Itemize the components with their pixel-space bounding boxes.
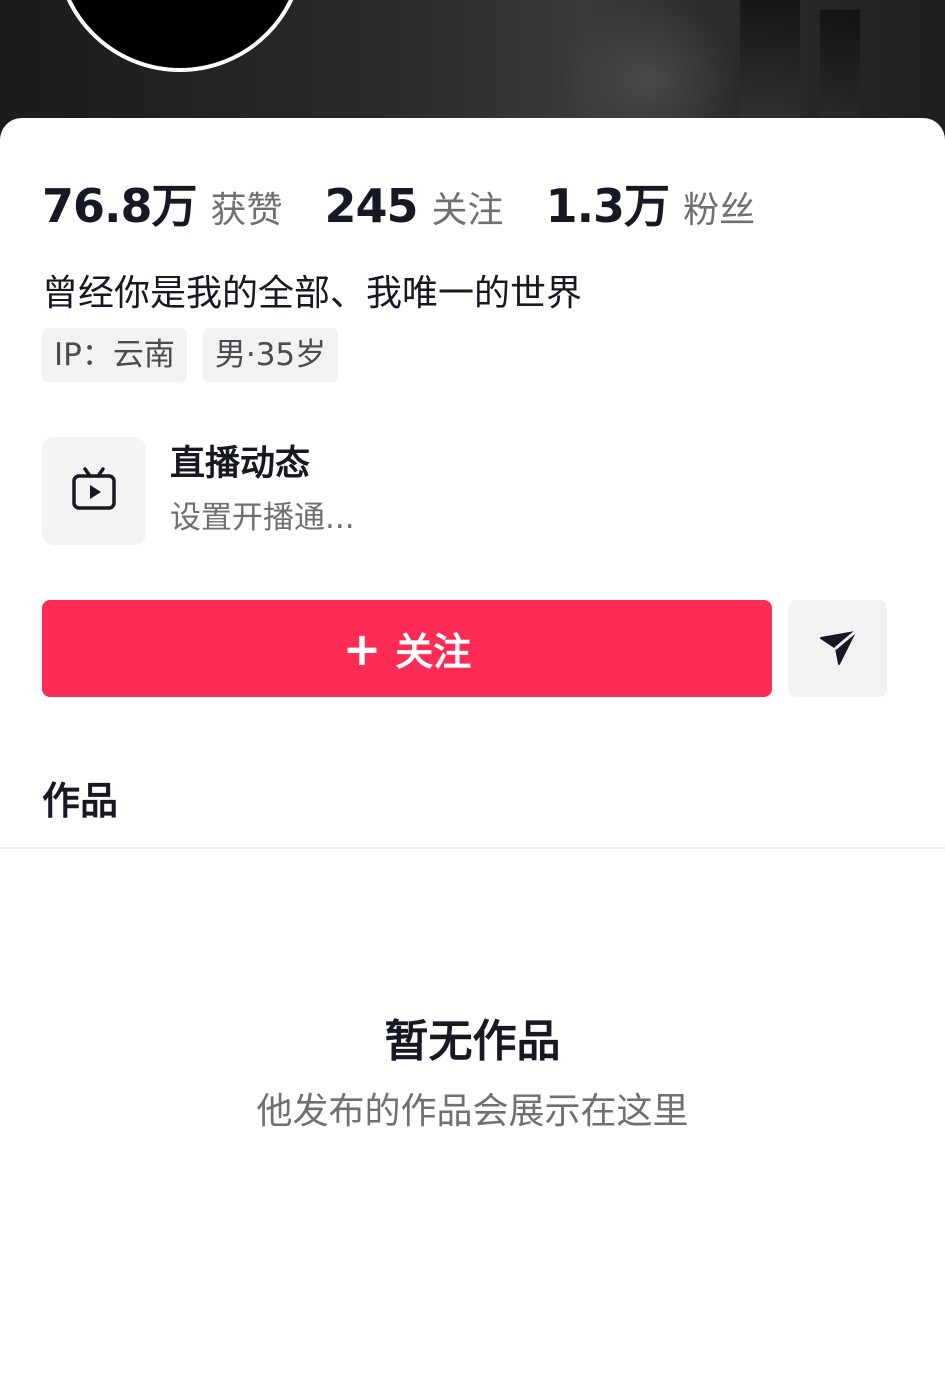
stat-following[interactable]: 245 关注 bbox=[325, 179, 504, 233]
stat-likes[interactable]: 76.8万 获赞 bbox=[42, 170, 283, 236]
stat-followers-label: 粉丝 bbox=[683, 190, 756, 231]
follow-button-label: 关注 bbox=[395, 630, 472, 674]
plus-icon: + bbox=[342, 621, 382, 676]
live-title: 直播动态 bbox=[170, 444, 311, 484]
tab-works[interactable]: 作品 bbox=[42, 770, 118, 825]
gender-age-tag: 男·35岁 bbox=[202, 328, 339, 382]
profile-tags: IP：云南 男·35岁 bbox=[42, 328, 354, 382]
tab-divider bbox=[0, 847, 945, 849]
send-message-button[interactable] bbox=[788, 600, 887, 697]
follow-button[interactable]: + 关注 bbox=[42, 600, 772, 697]
live-activity-entry[interactable]: 直播动态 设置开播通... bbox=[42, 437, 355, 545]
live-icon-box bbox=[42, 437, 146, 545]
live-text: 直播动态 设置开播通... bbox=[170, 440, 355, 542]
stat-likes-value: 76.8万 bbox=[42, 179, 197, 233]
empty-state-subtitle: 他发布的作品会展示在这里 bbox=[256, 1091, 689, 1132]
ip-location-tag: IP：云南 bbox=[42, 328, 187, 382]
stat-likes-label: 获赞 bbox=[210, 190, 283, 231]
tv-play-icon bbox=[71, 466, 117, 516]
stat-followers-value: 1.3万 bbox=[545, 179, 670, 233]
stat-followers[interactable]: 1.3万 粉丝 bbox=[546, 170, 756, 236]
profile-bio: 曾经你是我的全部、我唯一的世界 bbox=[42, 273, 583, 314]
empty-state-title: 暂无作品 bbox=[384, 1016, 561, 1067]
profile-page: 76.8万 获赞 245 关注 1.3万 粉丝 曾经你是我的全部、我唯一的世界 … bbox=[0, 0, 945, 1393]
profile-stats: 76.8万 获赞 245 关注 1.3万 粉丝 bbox=[42, 170, 797, 236]
stat-following-value: 245 bbox=[324, 179, 419, 233]
stat-following-label: 关注 bbox=[431, 190, 504, 231]
live-subtitle: 设置开播通... bbox=[170, 500, 355, 536]
send-arrow-icon bbox=[817, 626, 859, 672]
